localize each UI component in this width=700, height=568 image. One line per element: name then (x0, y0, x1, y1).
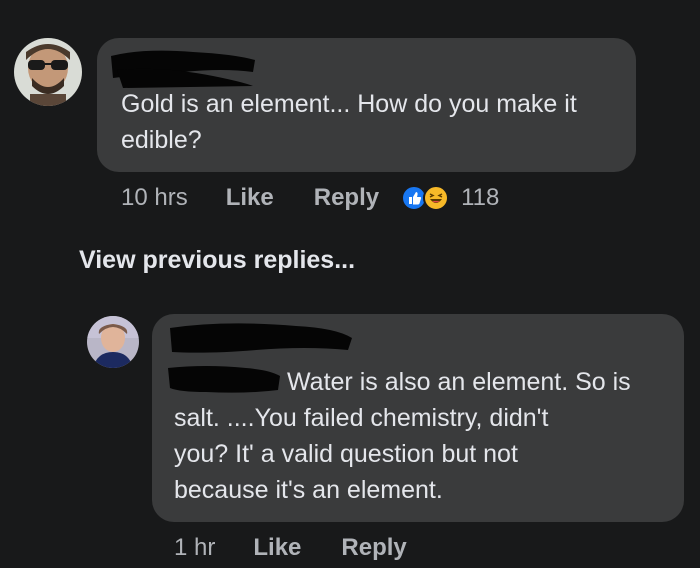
comment-2-reply-button[interactable]: Reply (341, 534, 406, 562)
comment-1-reaction-count[interactable]: 118 (461, 184, 499, 212)
comment-1-reactions[interactable] (401, 185, 450, 211)
redacted-name-2 (170, 323, 352, 353)
comment-1-meta: 10 hrs Like Reply 118 (121, 184, 499, 212)
comment-2-text-rest: salt. ....You failed chemistry, didn't y… (174, 404, 549, 504)
comment-2-timestamp[interactable]: 1 hr (174, 534, 215, 562)
comment-2-like-button[interactable]: Like (253, 534, 301, 562)
comment-1-like-button[interactable]: Like (226, 184, 274, 212)
redacted-text-prefix (168, 366, 280, 393)
comment-1-timestamp[interactable]: 10 hrs (121, 184, 188, 212)
redacted-name-1 (111, 50, 255, 88)
commenter-1-avatar[interactable] (14, 38, 82, 106)
view-previous-replies-link[interactable]: View previous replies... (79, 246, 355, 275)
comment-2-text-line1: Water is also an element. So is (287, 368, 631, 396)
comment-1-reply-button[interactable]: Reply (314, 184, 379, 212)
haha-icon (423, 185, 450, 211)
comment-1-text: Gold is an element... How do you make it… (121, 90, 577, 154)
commenter-2-avatar[interactable] (87, 316, 139, 368)
comment-2-meta: 1 hr Like Reply (174, 534, 447, 562)
